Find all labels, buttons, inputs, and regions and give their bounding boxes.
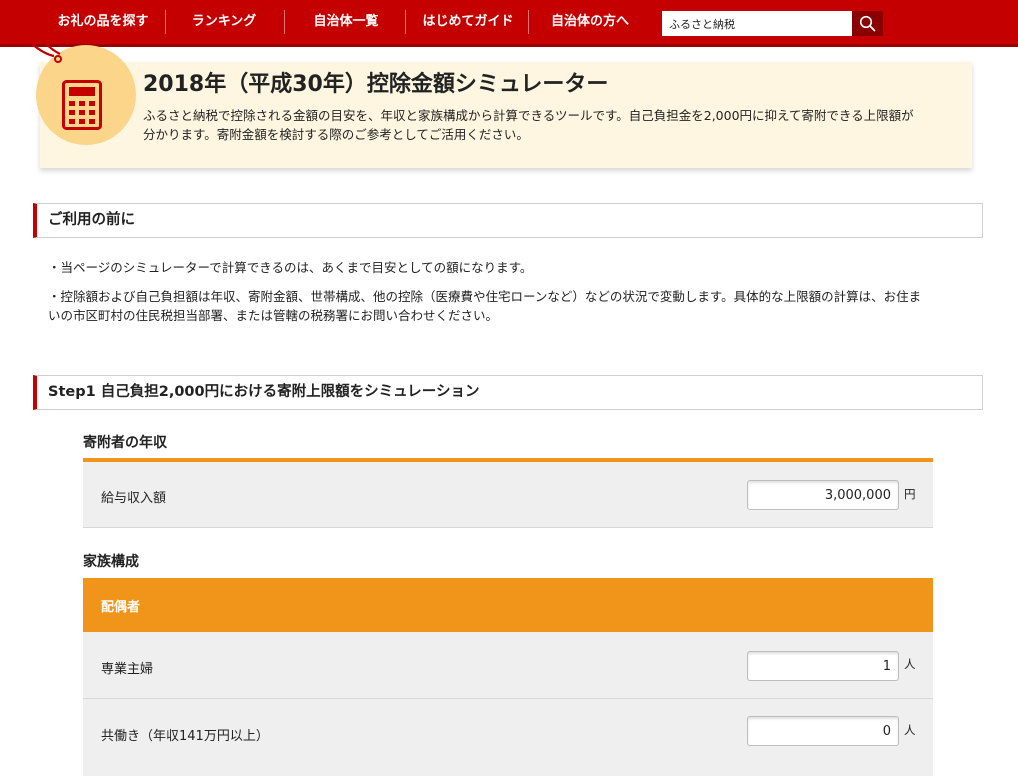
- notice-text: ・当ページのシミュレーターで計算できるのは、あくまで目安としての額になります。: [48, 260, 533, 275]
- housewife-unit: 人: [904, 657, 916, 671]
- nav-item-beginner-guide[interactable]: はじめてガイド: [408, 0, 528, 44]
- dual-income-count-input[interactable]: [747, 716, 899, 746]
- dual-income-row: 共働き（年収141万円以上） 人: [83, 699, 933, 776]
- step1-heading: Step1 自己負担2,000円における寄附上限額をシミュレーション: [33, 375, 983, 410]
- spouse-header-label: 配偶者: [101, 600, 141, 615]
- housewife-count-input[interactable]: [747, 651, 899, 681]
- nav-divider: [528, 10, 529, 34]
- hanging-string-icon: [31, 41, 62, 63]
- page-title: 2018年（平成30年）控除金額シミュレーター: [143, 72, 609, 97]
- notice-text: ・控除額および自己負担額は年収、寄附金額、世帯構成、他の控除（医療費や住宅ローン…: [48, 287, 976, 325]
- page-description-line: 分かります。寄附金額を検討する際のご参考としてご活用ください。: [143, 127, 529, 142]
- housewife-label: 専業主婦: [101, 662, 154, 677]
- salary-unit: 円: [904, 487, 916, 501]
- notice-line: ・控除額および自己負担額は年収、寄附金額、世帯構成、他の控除（医療費や住宅ローン…: [48, 289, 922, 304]
- nav-divider: [405, 10, 406, 34]
- nav-item-find-gifts[interactable]: お礼の品を探す: [38, 0, 168, 44]
- search-icon: [859, 15, 876, 32]
- calculator-icon: [62, 80, 102, 130]
- notice-line: いの市区町村の住民税担当部署、または管轄の税務署にお問い合わせください。: [48, 308, 499, 323]
- dual-income-label: 共働き（年収141万円以上）: [101, 729, 269, 744]
- family-section-title: 家族構成: [83, 554, 139, 570]
- top-nav: お礼の品を探す ランキング 自治体一覧 はじめてガイド 自治体の方へ: [0, 0, 1018, 47]
- nav-divider: [284, 10, 285, 34]
- search-input[interactable]: [662, 11, 852, 36]
- page-description: ふるさと納税で控除される金額の目安を、年収と家族構成から計算できるツールです。自…: [143, 106, 958, 144]
- spouse-header: 配偶者: [83, 578, 933, 632]
- housewife-row: 専業主婦 人: [83, 632, 933, 699]
- nav-item-ranking[interactable]: ランキング: [168, 0, 280, 44]
- page-description-line: ふるさと納税で控除される金額の目安を、年収と家族構成から計算できるツールです。自…: [143, 108, 914, 123]
- nav-item-for-municipalities[interactable]: 自治体の方へ: [530, 0, 650, 44]
- nav-item-municipality-list[interactable]: 自治体一覧: [286, 0, 406, 44]
- dual-income-unit: 人: [904, 723, 916, 737]
- income-section-title: 寄附者の年収: [83, 435, 167, 451]
- nav-divider: [165, 10, 166, 34]
- before-use-heading: ご利用の前に: [33, 203, 983, 238]
- salary-row: 給与収入額 円: [83, 462, 933, 528]
- salary-input[interactable]: [747, 480, 899, 510]
- search-button[interactable]: [852, 11, 883, 36]
- salary-label: 給与収入額: [101, 491, 167, 506]
